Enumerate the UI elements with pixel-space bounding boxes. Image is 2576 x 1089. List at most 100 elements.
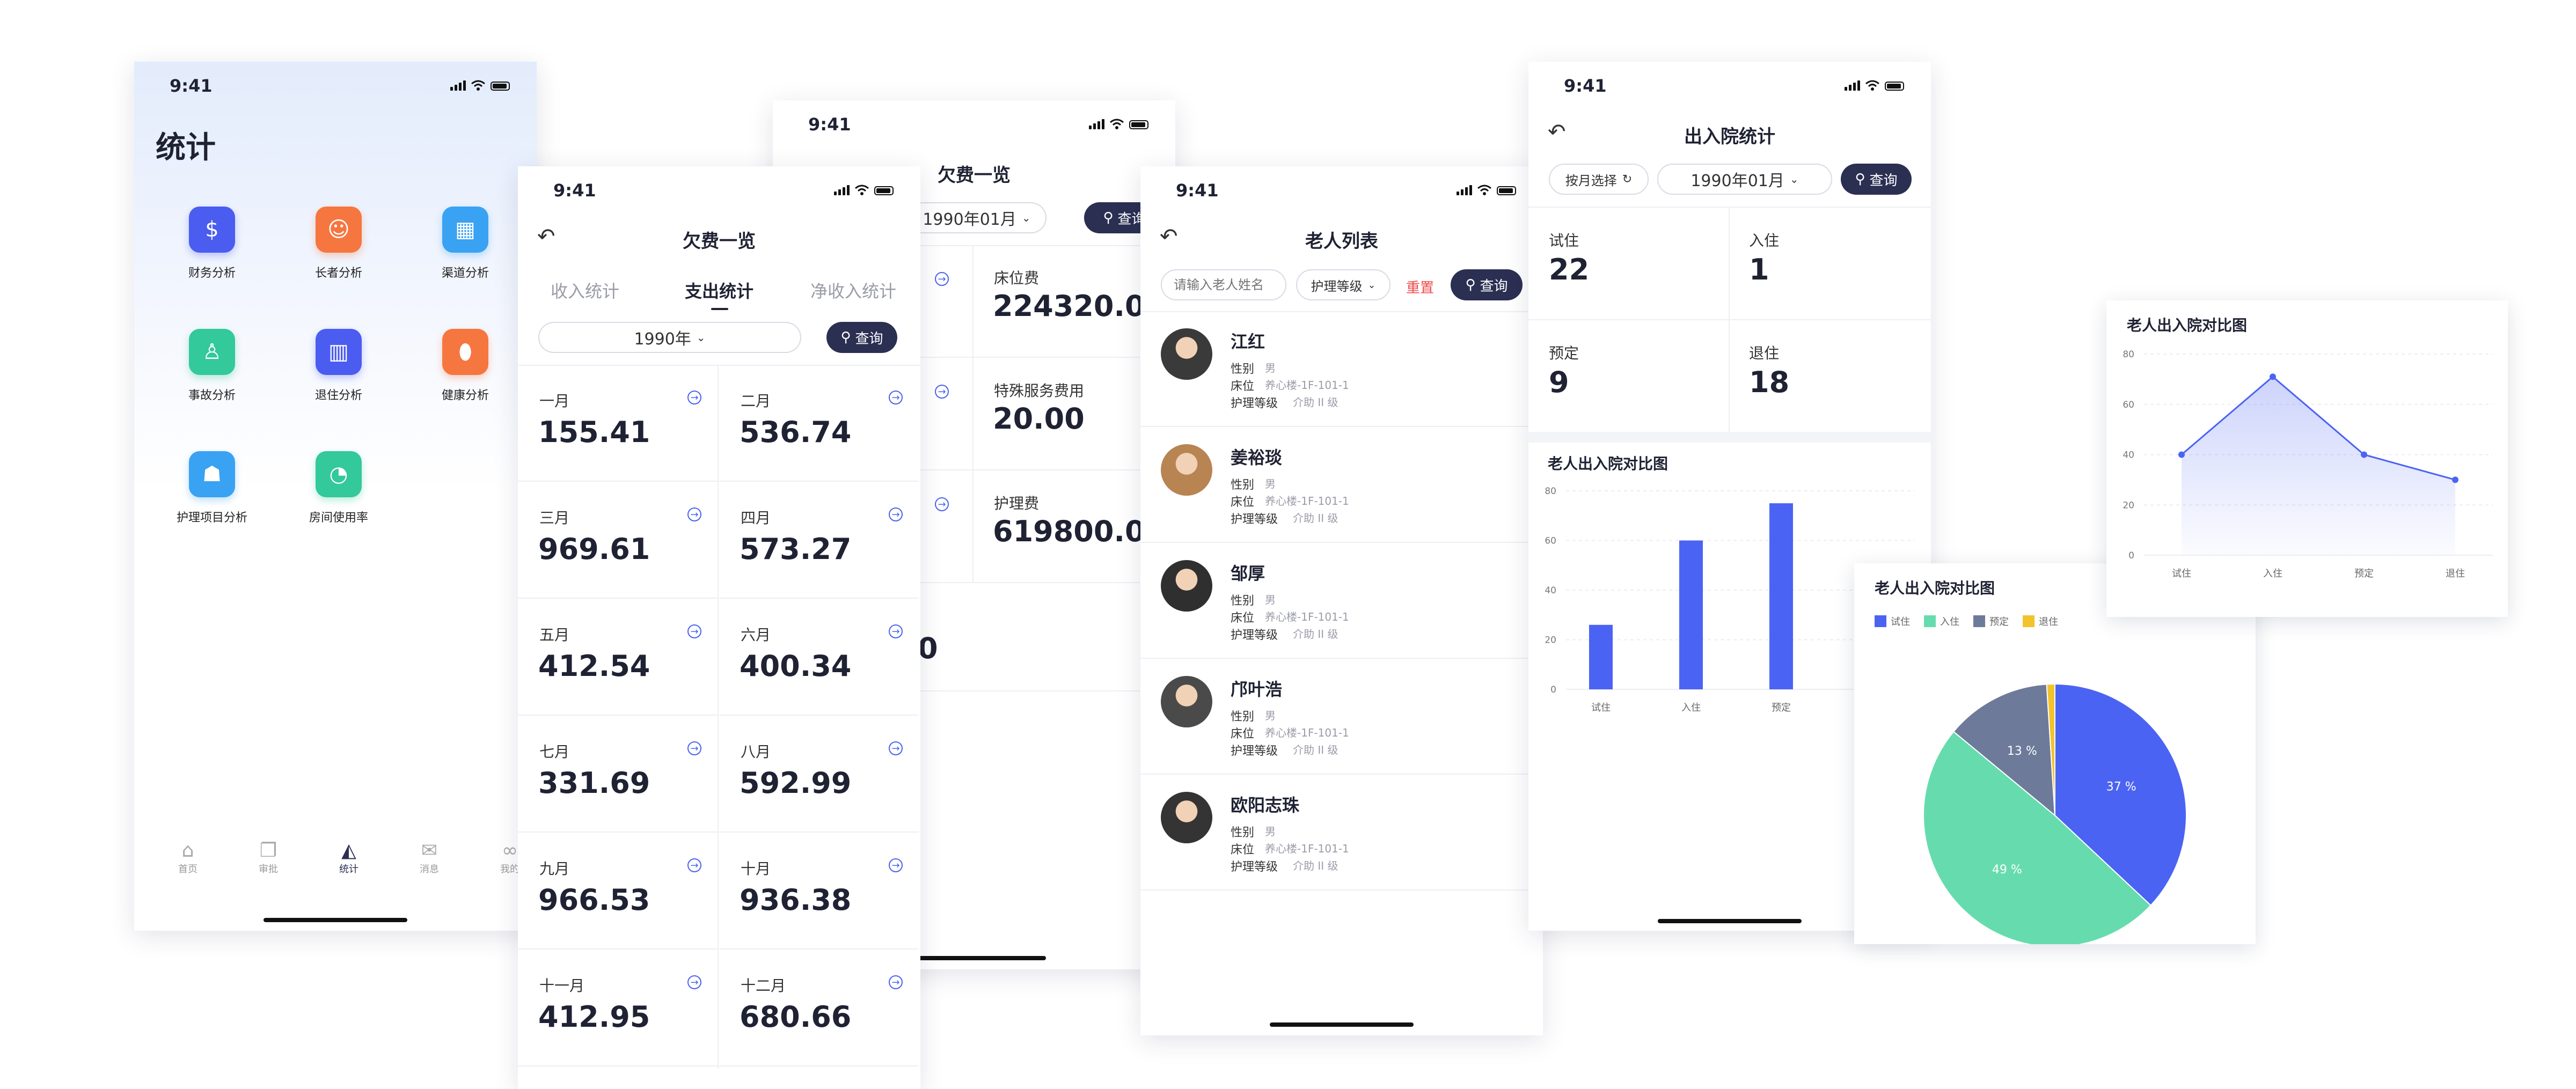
bar (1589, 624, 1613, 689)
elder-row[interactable]: 邹厚 性别男床位 养心楼-1F-101-1 护理等级 介助 II 级 (1140, 544, 1543, 659)
month-cell[interactable]: 五月 → 412.54 (518, 600, 718, 716)
month-value: 936.38 (740, 883, 852, 917)
stats-menu-item[interactable]: ♙ 事故分析 (166, 329, 258, 425)
data-point (2452, 476, 2458, 483)
month-cell[interactable]: 七月 → 331.69 (518, 717, 718, 833)
tab-2[interactable]: 净收入统计 (786, 278, 920, 303)
chart-title: 老人出入院对比图 (1875, 579, 1995, 597)
month-cell[interactable]: 六月 → 400.34 (719, 600, 919, 716)
elder-row[interactable]: 邝叶浩 性别男床位 养心楼-1F-101-1 护理等级 介助 II 级 (1140, 660, 1543, 775)
month-cell[interactable]: 九月 → 966.53 (518, 834, 718, 950)
month-cell[interactable]: 一月 → 155.41 (518, 366, 718, 482)
month-value: 1990年01月 (1690, 172, 1784, 190)
data-point (2361, 451, 2367, 458)
elder-row[interactable]: 姜裕琰 性别男床位 养心楼-1F-101-1 护理等级 介助 II 级 (1140, 428, 1543, 543)
arrow-right-circle-icon[interactable]: → (889, 858, 903, 872)
stats-menu-item[interactable]: ▦ 渠道分析 (420, 207, 511, 303)
month-label: 五月 (539, 626, 570, 644)
divider (719, 481, 919, 482)
y-tick-label: 20 (2123, 500, 2134, 511)
search-button[interactable]: ⚲ 查询 (826, 322, 897, 353)
arrow-right-circle-icon[interactable]: → (889, 391, 903, 404)
arrow-right-circle-icon[interactable]: → (687, 975, 701, 989)
month-cell[interactable]: 十一月 → 412.95 (518, 951, 718, 1066)
fee-value: 20.00 (993, 402, 1085, 436)
divider (518, 832, 718, 833)
divider (1140, 658, 1543, 659)
y-tick-label: 20 (1545, 635, 1556, 646)
month-cell[interactable]: 八月 → 592.99 (719, 717, 919, 833)
signal-icon (450, 80, 466, 91)
year-picker[interactable]: 1990年 ⌄ (538, 322, 801, 353)
tab-home[interactable]: ⌂ 首页 (158, 840, 217, 875)
month-cell[interactable]: 十二月 → 680.66 (719, 951, 919, 1066)
stats-menu-item[interactable]: $ 财务分析 (166, 207, 258, 303)
search-label: 查询 (1480, 278, 1508, 295)
month-picker[interactable]: 1990年01月 ⌄ (1657, 164, 1832, 195)
arrow-right-circle-icon[interactable]: → (687, 391, 701, 404)
tab-message[interactable]: ✉ 消息 (400, 840, 459, 875)
search-label: 查询 (855, 330, 883, 347)
stats-menu-item[interactable]: ⬮ 健康分析 (420, 329, 511, 425)
month-value: 412.54 (538, 649, 650, 683)
month-cell[interactable]: 二月 → 536.74 (719, 366, 919, 482)
arrow-right-circle-icon[interactable]: → (687, 858, 701, 872)
stats-menu-item[interactable]: ☗ 护理项目分析 (166, 451, 258, 548)
search-button[interactable]: ⚲ 查询 (1841, 164, 1912, 195)
partial-value: 0 (918, 631, 938, 665)
month-value: 680.66 (740, 1000, 852, 1034)
tab-1[interactable]: 支出统计 (652, 278, 786, 310)
home-indicator (1270, 1022, 1414, 1027)
month-cell[interactable]: 四月 → 573.27 (719, 483, 919, 599)
stats-menu-item[interactable]: ☺ 长者分析 (293, 207, 384, 303)
area-fill (2182, 377, 2455, 555)
y-tick-label: 40 (1545, 585, 1556, 596)
fee-label: 特殊服务费用 (994, 382, 1085, 400)
month-cell[interactable]: 十月 → 936.38 (719, 834, 919, 950)
stats-menu-item[interactable]: ◔ 房间使用率 (293, 451, 384, 548)
search-icon: ⚲ (1855, 171, 1865, 187)
elder-row[interactable]: 江红 性别男床位 养心楼-1F-101-1 护理等级 介助 II 级 (1140, 312, 1543, 427)
stats-icon: ◭ (341, 840, 356, 862)
divider (1528, 319, 1931, 320)
tab-0[interactable]: 收入统计 (518, 278, 652, 303)
arrow-right-circle-icon[interactable]: → (687, 741, 701, 755)
arrow-right-circle-icon[interactable]: → (935, 272, 949, 286)
arrow-right-circle-icon[interactable]: → (687, 507, 701, 521)
care-level-dropdown[interactable]: 护理等级 ⌄ (1296, 269, 1391, 300)
month-cell[interactable]: 三月 → 969.61 (518, 483, 718, 599)
elder-field-label: 床位 (1231, 496, 1255, 509)
pie-chart: 37 % 49 % 13 % (1923, 683, 2187, 944)
status-bar: 9:41 (1528, 62, 1931, 105)
month-picker[interactable]: 1990年01月 ⌄ (907, 202, 1046, 233)
y-tick-label: 80 (2123, 349, 2134, 360)
arrow-right-circle-icon[interactable]: → (687, 624, 701, 638)
arrow-right-circle-icon[interactable]: → (889, 624, 903, 638)
status-time: 9:41 (1176, 180, 1219, 201)
month-label: 十一月 (539, 977, 585, 995)
reset-button[interactable]: 重置 (1406, 277, 1434, 297)
arrow-right-circle-icon[interactable]: → (935, 385, 949, 399)
avatar (1161, 676, 1212, 727)
data-point (2178, 451, 2185, 458)
elder-row[interactable]: 欧阳志珠 性别男床位 养心楼-1F-101-1 护理等级 介助 II 级 (1140, 776, 1543, 891)
name-search-input[interactable] (1161, 269, 1286, 300)
month-value: 966.53 (538, 883, 650, 917)
active-tab-indicator (711, 308, 728, 310)
elder-name: 邝叶浩 (1231, 679, 1283, 700)
month-label: 三月 (539, 509, 570, 527)
arrow-right-circle-icon[interactable]: → (889, 741, 903, 755)
arrow-right-circle-icon[interactable]: → (935, 497, 949, 511)
stats-menu-item[interactable]: ▥ 退住分析 (293, 329, 384, 425)
arrow-right-circle-icon[interactable]: → (889, 975, 903, 989)
search-button[interactable]: ⚲ 查询 (1451, 269, 1523, 300)
tab-label: 统计 (339, 864, 358, 875)
elder-field-value: 养心楼-1F-101-1 (1265, 610, 1349, 623)
tab-approval[interactable]: ❐ 审批 (239, 840, 298, 875)
filter-mode-button[interactable]: 按月选择 ↻ (1549, 164, 1649, 195)
area-chart: 0 20 40 60 80 试住 入住 预定 退住 (2123, 349, 2493, 579)
status-time: 9:41 (808, 114, 851, 135)
tab-stats[interactable]: ◭ 统计 (319, 840, 378, 875)
arrow-right-circle-icon[interactable]: → (889, 507, 903, 521)
divider (719, 715, 919, 716)
